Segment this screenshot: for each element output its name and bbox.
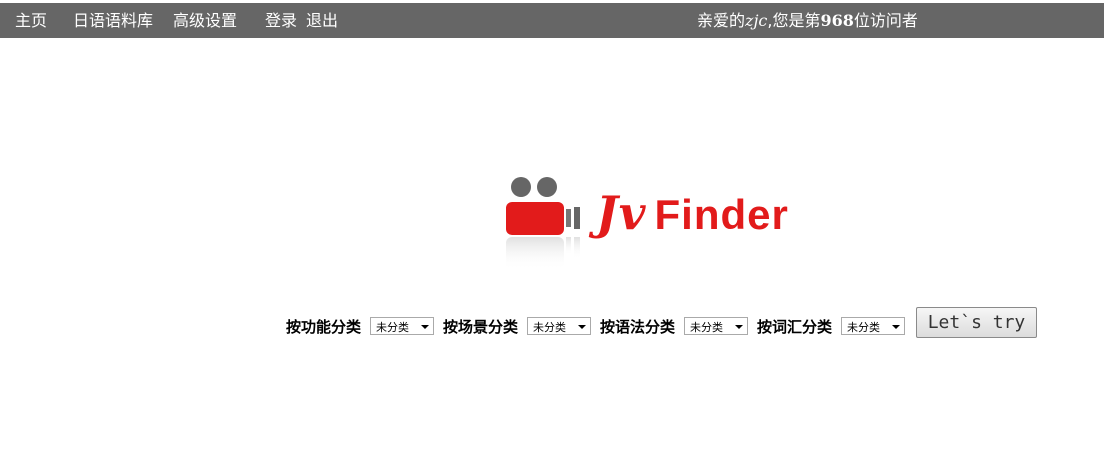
nav-login-link[interactable]: 登录	[265, 3, 297, 38]
filter-grammar-select[interactable]: 未分类	[684, 317, 748, 335]
lets-try-button[interactable]: Let`s try	[916, 307, 1037, 338]
filter-function-label: 按功能分类	[286, 318, 362, 336]
video-camera-icon	[506, 177, 580, 270]
dropdown-arrow-icon	[421, 325, 429, 329]
welcome-middle: ,您是第	[767, 11, 821, 30]
logo-finder: Finder	[654, 191, 789, 238]
visitor-count: 968	[820, 11, 854, 30]
welcome-suffix: 位访问者	[853, 11, 918, 30]
username: zjc	[745, 11, 768, 30]
filter-grammar-label: 按语法分类	[600, 318, 676, 336]
nav-logout-link[interactable]: 退出	[306, 3, 338, 38]
filter-vocab-value: 未分类	[847, 321, 880, 334]
logo-text: Jv Finder	[596, 186, 789, 240]
logo-jv: Jv	[596, 186, 647, 240]
nav-corpus-link[interactable]: 日语语料库	[73, 3, 153, 38]
filter-function-select[interactable]: 未分类	[370, 317, 434, 335]
filter-vocab-select[interactable]: 未分类	[841, 317, 905, 335]
filter-grammar-value: 未分类	[690, 321, 723, 334]
nav-settings-link[interactable]: 高级设置	[173, 3, 237, 38]
dropdown-arrow-icon	[735, 325, 743, 329]
filter-vocab-label: 按词汇分类	[757, 318, 833, 336]
filter-scene-value: 未分类	[533, 321, 566, 334]
filter-scene-label: 按场景分类	[443, 318, 519, 336]
welcome-message: 亲爱的zjc,您是第968位访问者	[697, 3, 918, 38]
dropdown-arrow-icon	[578, 325, 586, 329]
top-nav-bar: 主页 日语语料库 高级设置 登录 退出 亲爱的zjc,您是第968位访问者	[0, 3, 1104, 38]
nav-home-link[interactable]: 主页	[15, 3, 47, 38]
welcome-prefix: 亲爱的	[697, 11, 746, 30]
jv-finder-logo: Jv Finder	[500, 170, 830, 280]
dropdown-arrow-icon	[892, 325, 900, 329]
filter-scene-select[interactable]: 未分类	[527, 317, 591, 335]
filter-function-value: 未分类	[376, 321, 409, 334]
